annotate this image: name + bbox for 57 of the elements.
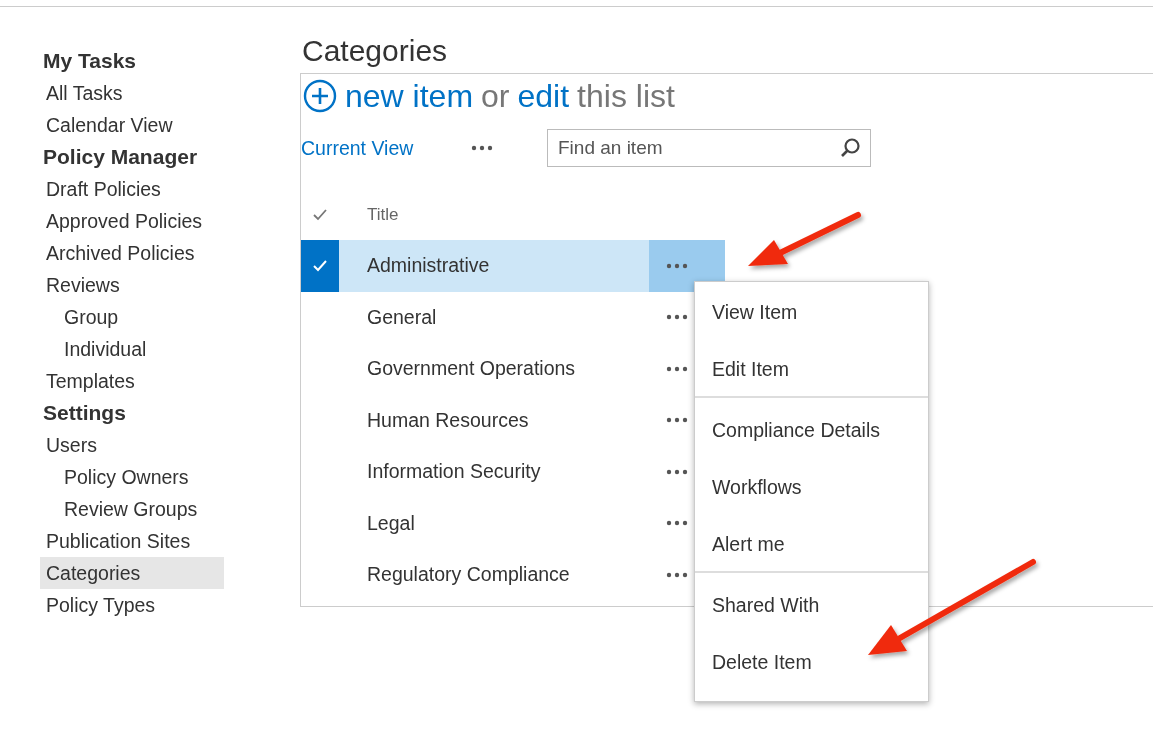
nav-item[interactable]: Policy Owners <box>40 461 224 493</box>
table-cell-text: Regulatory Compliance <box>367 563 571 587</box>
table-row[interactable]: Administrative <box>301 240 725 292</box>
table-cell-text: General <box>367 305 438 329</box>
table-row[interactable]: Government Operations <box>301 343 692 395</box>
table-cell-text: Information Security <box>367 460 542 484</box>
nav-item[interactable]: All Tasks <box>40 77 224 109</box>
current-view-link[interactable]: Current View <box>301 136 471 160</box>
new-item-link[interactable]: new item <box>345 77 474 115</box>
more-icon[interactable] <box>666 365 688 372</box>
nav-item[interactable]: Categories <box>40 557 224 589</box>
menu-item[interactable]: Edit Item <box>695 345 928 402</box>
nav-item[interactable]: Reviews <box>40 269 224 301</box>
nav-item[interactable]: Draft Policies <box>40 173 224 205</box>
nav-item[interactable]: Individual <box>40 333 224 365</box>
table-cell-text: Administrative <box>367 254 491 278</box>
menu-item[interactable]: Alert me <box>695 520 928 577</box>
more-icon[interactable] <box>666 314 688 321</box>
more-icon[interactable] <box>666 468 688 475</box>
more-icon[interactable] <box>471 145 493 151</box>
more-icon[interactable] <box>666 571 688 578</box>
nav-item[interactable]: Archived Policies <box>40 237 224 269</box>
nav-item[interactable]: Policy Types <box>40 589 224 621</box>
more-icon[interactable] <box>666 520 688 527</box>
table-cell-text: Human Resources <box>367 408 530 432</box>
menu-item[interactable]: Shared With <box>695 581 928 638</box>
menu-item[interactable]: Compliance Details <box>695 406 928 463</box>
more-icon[interactable] <box>666 417 688 424</box>
search-field[interactable]: Find an item <box>547 129 871 167</box>
edit-link[interactable]: edit <box>517 77 570 115</box>
nav-heading[interactable]: My Tasks <box>40 45 224 77</box>
check-icon[interactable] <box>312 208 328 222</box>
nav-heading[interactable]: Settings <box>40 397 224 429</box>
menu-item[interactable]: Workflows <box>695 463 928 520</box>
command-text: or <box>481 77 510 115</box>
table-row[interactable]: Legal <box>301 497 692 549</box>
nav-item[interactable]: Group <box>40 301 224 333</box>
nav-heading[interactable]: Policy Manager <box>40 141 224 173</box>
table-row[interactable]: Information Security <box>301 446 692 498</box>
table-row[interactable]: Regulatory Compliance <box>301 549 692 601</box>
table-cell-text: Government Operations <box>367 357 577 381</box>
more-icon[interactable] <box>666 262 688 269</box>
nav-item[interactable]: Users <box>40 429 224 461</box>
nav-item[interactable]: Calendar View <box>40 109 224 141</box>
table-cell-text: Legal <box>367 511 416 535</box>
nav-item[interactable]: Approved Policies <box>40 205 224 237</box>
add-icon[interactable] <box>303 79 337 113</box>
nav-item[interactable]: Templates <box>40 365 224 397</box>
menu-item[interactable]: Delete Item <box>695 638 928 695</box>
nav-item[interactable]: Publication Sites <box>40 525 224 557</box>
table-row[interactable]: General <box>301 291 692 343</box>
column-header[interactable]: Title <box>367 205 399 225</box>
command-text: this list <box>577 77 675 115</box>
table-row[interactable]: Human Resources <box>301 394 692 446</box>
search-icon[interactable] <box>839 137 861 159</box>
nav-item[interactable]: Review Groups <box>40 493 224 525</box>
page-title: Categories <box>302 33 449 69</box>
